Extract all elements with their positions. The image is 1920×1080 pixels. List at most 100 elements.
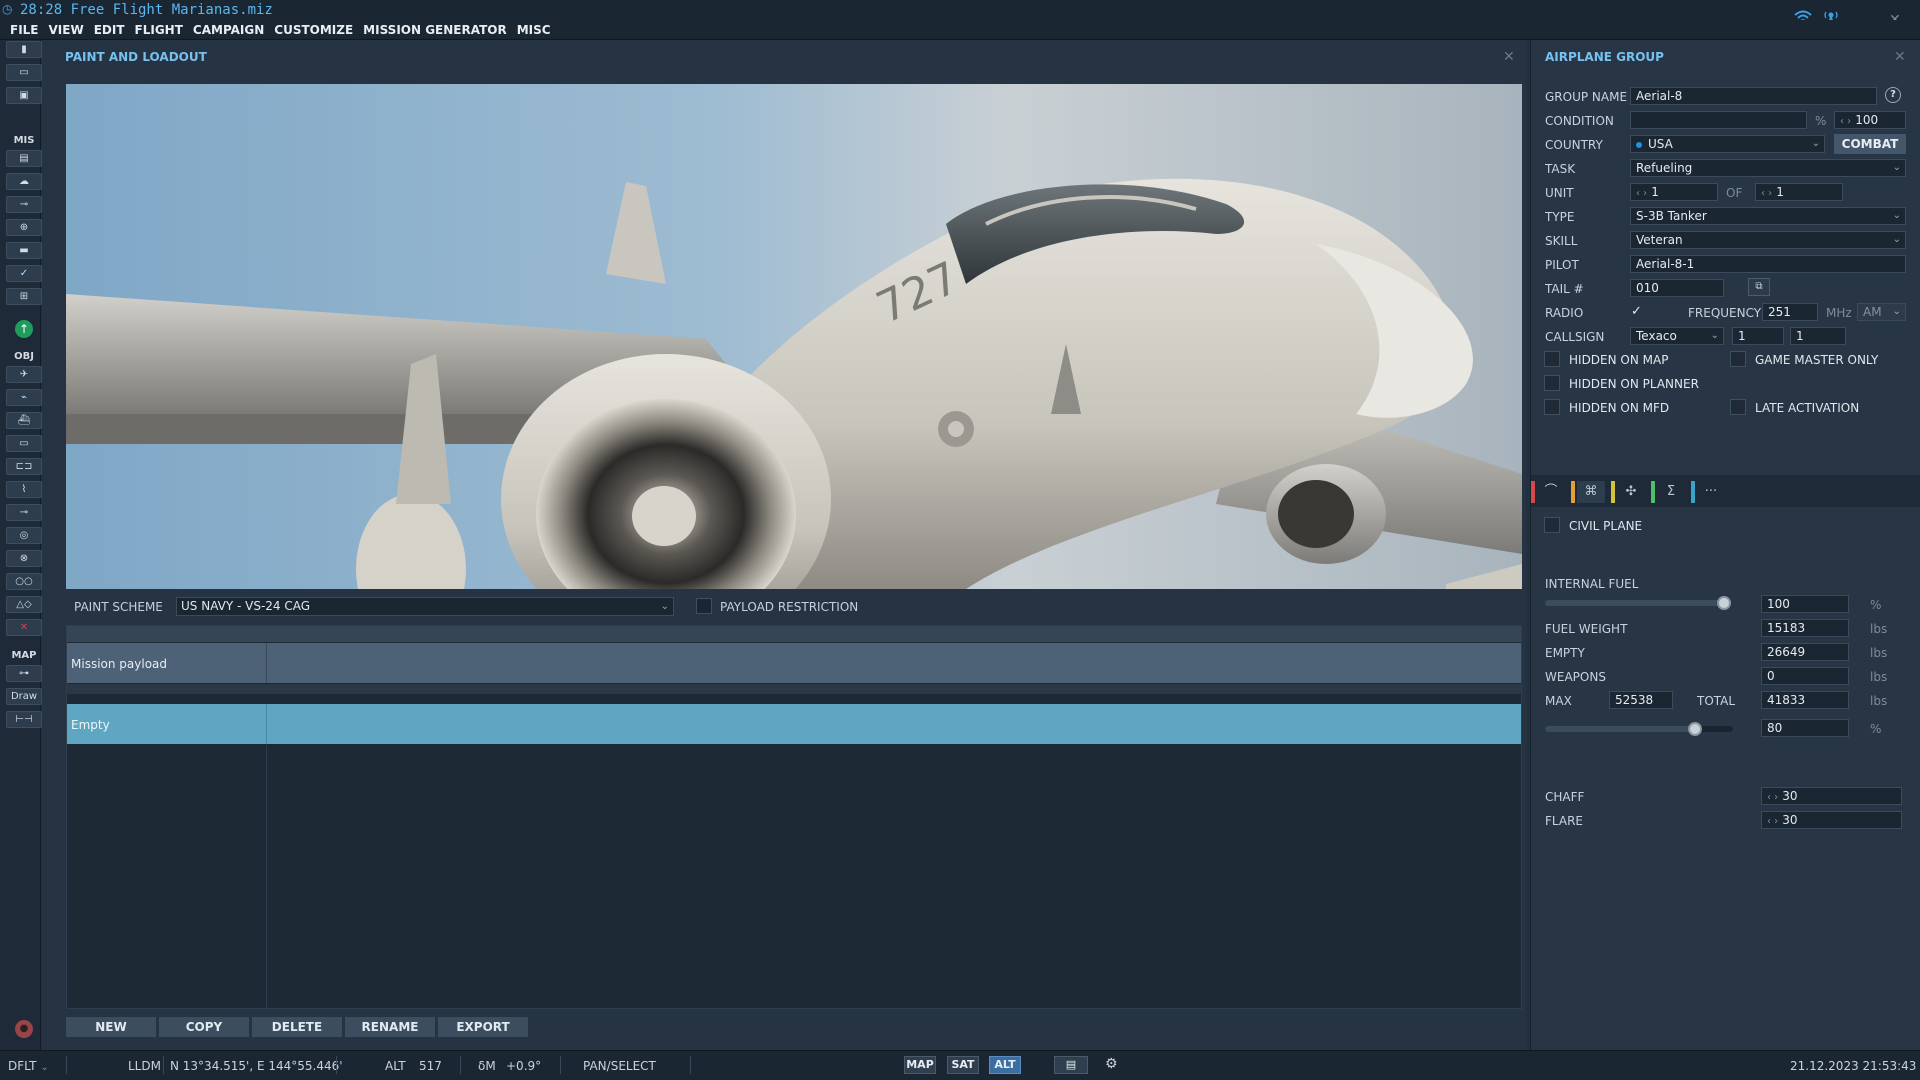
pilot-input[interactable]: Aerial-8-1 xyxy=(1630,255,1906,273)
draw-button[interactable]: Draw xyxy=(6,688,42,705)
callsign-number-2[interactable]: 1 xyxy=(1790,327,1846,345)
payload-restriction-checkbox[interactable] xyxy=(696,598,712,614)
menu-campaign[interactable]: CAMPAIGN xyxy=(188,20,269,40)
load-slider[interactable] xyxy=(1545,726,1733,732)
skill-select[interactable]: Veteran ⌄ xyxy=(1630,231,1906,249)
payload-list-header xyxy=(67,626,1521,642)
loadout-icon[interactable]: ✣ xyxy=(1617,481,1645,503)
fuel-weight-input[interactable]: 15183 xyxy=(1761,619,1849,637)
summary-icon[interactable]: Σ xyxy=(1657,481,1685,503)
rename-payload-button[interactable]: RENAME xyxy=(345,1017,435,1037)
mission-briefing-icon[interactable]: ▤ xyxy=(6,150,42,167)
map-options-icon[interactable]: ⊶ xyxy=(6,665,42,682)
map-filter-icon[interactable]: ▤ xyxy=(1054,1056,1088,1074)
help-icon[interactable]: ? xyxy=(1885,87,1901,103)
close-icon[interactable]: ✕ xyxy=(1894,49,1906,65)
game-master-only-checkbox[interactable] xyxy=(1730,351,1746,367)
unit-stepper[interactable]: ‹ › 1 xyxy=(1630,183,1718,201)
satellite-view-button[interactable]: SAT xyxy=(947,1056,979,1074)
menu-misc[interactable]: MISC xyxy=(512,20,556,40)
ship-icon[interactable]: ⛴ xyxy=(6,412,42,429)
profile-select[interactable]: DFLT ⌄ xyxy=(8,1059,49,1073)
radio-checkbox[interactable]: ✓ xyxy=(1631,304,1645,320)
task-select[interactable]: Refueling ⌄ xyxy=(1630,159,1906,177)
check-icon[interactable]: ✓ xyxy=(6,265,42,282)
route-icon[interactable]: ⌒ xyxy=(1537,481,1565,503)
callsign-select[interactable]: Texaco ⌄ xyxy=(1630,327,1724,345)
menu-view[interactable]: VIEW xyxy=(44,20,89,40)
hidden-on-mfd-checkbox[interactable] xyxy=(1544,399,1560,415)
payload-row-empty-selected[interactable] xyxy=(67,704,1521,744)
frequency-input[interactable]: 251 xyxy=(1762,303,1818,321)
menu-customize[interactable]: CUSTOMIZE xyxy=(269,20,358,40)
navpoint-icon[interactable]: ⊸ xyxy=(6,504,42,521)
load-input[interactable]: 80 xyxy=(1761,719,1849,737)
open-folder-icon[interactable]: ▭ xyxy=(6,64,42,81)
hidden-on-planner-checkbox[interactable] xyxy=(1544,375,1560,391)
slider-knob[interactable] xyxy=(1688,722,1702,736)
export-payload-button[interactable]: EXPORT xyxy=(438,1017,528,1037)
combat-button[interactable]: COMBAT xyxy=(1834,134,1906,154)
country-select[interactable]: USA ⌄ xyxy=(1630,135,1825,153)
type-select[interactable]: S-3B Tanker ⌄ xyxy=(1630,207,1906,225)
target-icon[interactable]: ◎ xyxy=(6,527,42,544)
static-object-icon[interactable]: ⊏⊐ xyxy=(6,458,42,475)
new-payload-button[interactable]: NEW xyxy=(66,1017,156,1037)
internal-fuel-slider[interactable] xyxy=(1545,600,1730,606)
new-file-icon[interactable]: ▮ xyxy=(6,41,42,58)
more-icon[interactable]: ··· xyxy=(1697,481,1725,503)
aircraft-preview[interactable]: 727 xyxy=(66,84,1522,589)
civil-plane-checkbox[interactable] xyxy=(1544,517,1560,533)
trigger-zone-icon[interactable]: ⌇ xyxy=(6,481,42,498)
copy-icon[interactable]: ⧉ xyxy=(1748,278,1770,296)
late-activation-checkbox[interactable] xyxy=(1730,399,1746,415)
coord-mode[interactable]: LLDM xyxy=(128,1059,161,1073)
map-view-button[interactable]: MAP xyxy=(904,1056,936,1074)
slider-knob[interactable] xyxy=(1717,596,1731,610)
layers-icon[interactable]: ⊞ xyxy=(6,288,42,305)
game-master-only-label: GAME MASTER ONLY xyxy=(1755,353,1879,367)
ruler-icon[interactable]: ⊢⊣ xyxy=(6,711,42,728)
group-template-icon[interactable]: ○○ xyxy=(6,573,42,590)
altitude-view-button[interactable]: ALT xyxy=(989,1056,1021,1074)
target-icon[interactable]: ⌘ xyxy=(1577,481,1605,503)
record-icon[interactable]: ● xyxy=(15,1020,33,1038)
resources-icon[interactable]: ▬ xyxy=(6,242,42,259)
settings-icon[interactable]: ⚙ xyxy=(1105,1056,1118,1072)
internal-fuel-input[interactable]: 100 xyxy=(1761,595,1849,613)
paint-scheme-select[interactable]: US NAVY - VS-24 CAG ⌄ xyxy=(176,597,674,616)
group-name-input[interactable]: Aerial-8 xyxy=(1630,87,1877,105)
weather-icon[interactable]: ☁ xyxy=(6,173,42,190)
goals-icon[interactable]: ⊕ xyxy=(6,219,42,236)
menu-edit[interactable]: EDIT xyxy=(89,20,130,40)
total-weight-input[interactable]: 41833 xyxy=(1761,691,1849,709)
modulation-select[interactable]: AM ⌄ xyxy=(1857,303,1906,321)
close-icon[interactable]: ✕ xyxy=(1503,49,1515,65)
menu-flight[interactable]: FLIGHT xyxy=(130,20,188,40)
airplane-icon[interactable]: ✈ xyxy=(6,366,42,383)
payload-row-mission[interactable] xyxy=(67,643,1521,683)
weapons-weight-input[interactable]: 0 xyxy=(1761,667,1849,685)
max-weight-input[interactable]: 52538 xyxy=(1609,691,1673,709)
chaff-stepper[interactable]: ‹ › 30 xyxy=(1761,787,1902,805)
triggers-icon[interactable]: ⊸ xyxy=(6,196,42,213)
empty-weight-input[interactable]: 26649 xyxy=(1761,643,1849,661)
save-icon[interactable]: ▣ xyxy=(6,87,42,104)
menu-file[interactable]: FILE xyxy=(0,20,44,40)
copy-payload-button[interactable]: COPY xyxy=(159,1017,249,1037)
initial-point-icon[interactable]: ⊗ xyxy=(6,550,42,567)
ground-vehicle-icon[interactable]: ▭ xyxy=(6,435,42,452)
hidden-on-map-checkbox[interactable] xyxy=(1544,351,1560,367)
delete-payload-button[interactable]: DELETE xyxy=(252,1017,342,1037)
callsign-number-1[interactable]: 1 xyxy=(1732,327,1784,345)
unit-count-stepper[interactable]: ‹ › 1 xyxy=(1755,183,1843,201)
fly-up-icon[interactable]: ↑ xyxy=(15,320,33,338)
menu-mission-generator[interactable]: MISSION GENERATOR xyxy=(358,20,512,40)
shapes-icon[interactable]: △◇ xyxy=(6,596,42,613)
flare-stepper[interactable]: ‹ › 30 xyxy=(1761,811,1902,829)
tail-number-input[interactable]: 010 xyxy=(1630,279,1724,297)
condition-input[interactable] xyxy=(1630,111,1807,129)
helicopter-icon[interactable]: ⌁ xyxy=(6,389,42,406)
delete-icon[interactable]: ✕ xyxy=(6,619,42,636)
condition-stepper[interactable]: ‹ › 100 xyxy=(1834,111,1906,129)
